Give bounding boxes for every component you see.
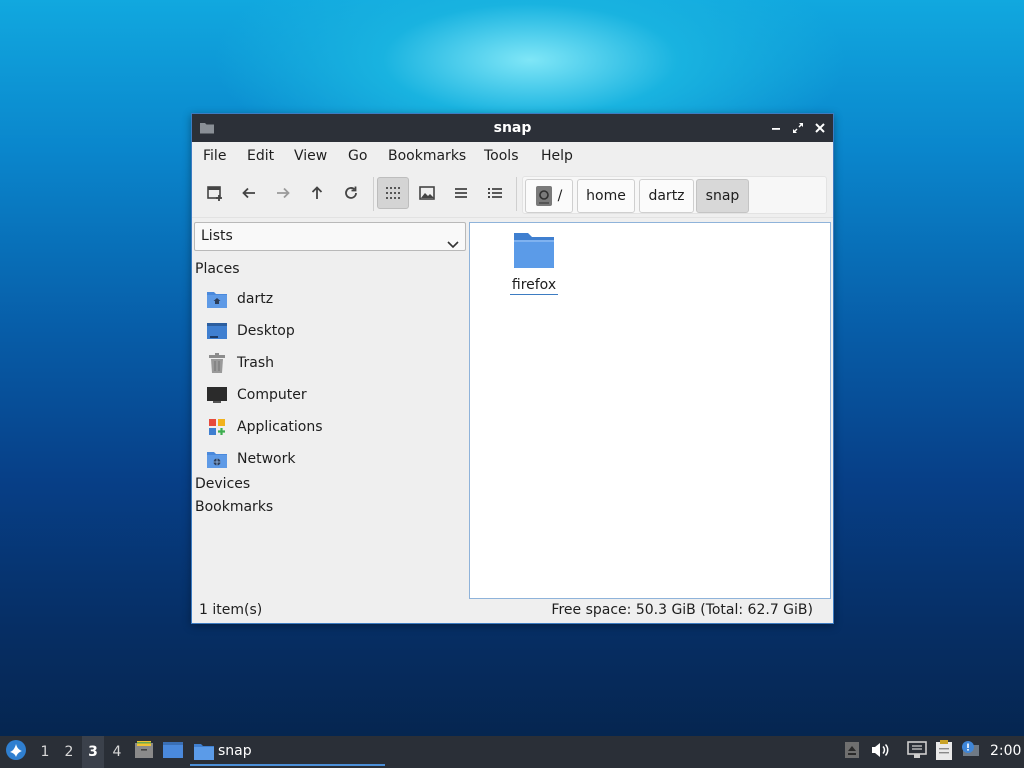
icon-view-button[interactable] <box>377 177 409 209</box>
task-label: snap <box>218 743 252 759</box>
toolbar-separator <box>373 177 374 211</box>
compact-view-button[interactable] <box>445 177 477 209</box>
show-desktop-button[interactable] <box>160 736 186 768</box>
task-button-snap[interactable]: snap <box>190 738 385 766</box>
title-bar[interactable]: snap <box>192 114 833 142</box>
file-manager-icon <box>134 740 154 764</box>
menu-view[interactable]: View <box>294 148 327 164</box>
place-item-applications[interactable]: Applications <box>206 413 461 441</box>
update-notification-icon <box>961 741 981 763</box>
folder-icon <box>513 231 555 273</box>
path-segment-snap[interactable]: snap <box>696 179 749 213</box>
desktop-icon <box>162 741 184 763</box>
lubuntu-logo-icon <box>5 739 27 765</box>
menu-file[interactable]: File <box>203 148 226 164</box>
chevron-down-icon <box>447 232 459 259</box>
home-folder-icon <box>206 288 228 310</box>
volume-button[interactable] <box>869 736 891 768</box>
path-segment-home[interactable]: home <box>577 179 635 213</box>
start-menu-button[interactable] <box>2 736 30 768</box>
free-space: Free space: 50.3 GiB (Total: 62.7 GiB) <box>551 602 813 618</box>
menu-go[interactable]: Go <box>348 148 367 164</box>
place-item-desktop[interactable]: Desktop <box>206 317 461 345</box>
side-pane: Lists Places dartz Desktop Trash Compute… <box>192 219 468 599</box>
file-item-firefox[interactable]: firefox <box>508 231 560 295</box>
volume-icon <box>871 742 889 762</box>
up-button[interactable] <box>301 177 333 209</box>
taskbar: 1 2 3 4 snap 2:00 <box>0 736 1024 768</box>
maximize-icon[interactable] <box>790 120 806 136</box>
workspace-2[interactable]: 2 <box>58 736 80 768</box>
status-bar: 1 item(s) Free space: 50.3 GiB (Total: 6… <box>192 601 833 623</box>
reload-button[interactable] <box>335 177 367 209</box>
close-icon[interactable] <box>812 120 828 136</box>
computer-icon <box>206 384 228 406</box>
forward-button[interactable] <box>267 177 299 209</box>
file-manager-launcher[interactable] <box>132 736 156 768</box>
place-label: Computer <box>237 387 307 403</box>
place-label: dartz <box>237 291 274 307</box>
drive-icon <box>535 186 552 206</box>
place-item-trash[interactable]: Trash <box>206 349 461 377</box>
workspace-4[interactable]: 4 <box>106 736 128 768</box>
item-count: 1 item(s) <box>199 602 263 618</box>
workspace-3[interactable]: 3 <box>82 736 104 768</box>
toolbar-separator <box>516 177 517 211</box>
updates-button[interactable] <box>959 736 983 768</box>
places-header[interactable]: Places <box>195 261 240 277</box>
path-root-button[interactable]: / <box>525 179 573 213</box>
file-icon-view[interactable]: firefox <box>469 222 831 599</box>
detailed-list-view-button[interactable] <box>479 177 511 209</box>
folder-icon <box>194 742 214 760</box>
path-segment-dartz[interactable]: dartz <box>639 179 694 213</box>
place-label: Applications <box>237 419 323 435</box>
menu-tools[interactable]: Tools <box>484 148 519 164</box>
side-pane-mode-select[interactable]: Lists <box>194 222 466 251</box>
menu-bookmarks[interactable]: Bookmarks <box>388 148 466 164</box>
thumbnail-view-button[interactable] <box>411 177 443 209</box>
network-folder-icon <box>206 448 228 470</box>
place-item-network[interactable]: Network <box>206 445 461 473</box>
clipboard-button[interactable] <box>933 736 955 768</box>
clock[interactable]: 2:00 <box>990 743 1021 759</box>
eject-icon <box>845 742 859 762</box>
menu-help[interactable]: Help <box>541 148 573 164</box>
place-label: Trash <box>237 355 274 371</box>
place-item-dartz[interactable]: dartz <box>206 285 461 313</box>
toolbar: / home dartz snap <box>192 172 833 218</box>
trash-icon <box>206 352 228 374</box>
path-root-label: / <box>557 188 563 204</box>
path-bar: / home dartz snap <box>522 176 827 214</box>
menu-edit[interactable]: Edit <box>247 148 274 164</box>
menu-bar: File Edit View Go Bookmarks Tools Help <box>192 142 833 172</box>
back-button[interactable] <box>233 177 265 209</box>
network-wired-icon <box>907 741 927 763</box>
new-tab-button[interactable] <box>199 177 231 209</box>
eject-button[interactable] <box>843 736 861 768</box>
place-label: Network <box>237 451 296 467</box>
bookmarks-header[interactable]: Bookmarks <box>195 499 273 515</box>
place-item-computer[interactable]: Computer <box>206 381 461 409</box>
network-status-button[interactable] <box>905 736 929 768</box>
place-label: Desktop <box>237 323 295 339</box>
devices-header[interactable]: Devices <box>195 476 250 492</box>
file-name: firefox <box>509 277 559 295</box>
applications-icon <box>206 416 228 438</box>
window-title: snap <box>493 120 532 136</box>
clipboard-icon <box>935 740 953 764</box>
side-pane-mode-value: Lists <box>201 228 233 244</box>
workspace-1[interactable]: 1 <box>34 736 56 768</box>
minimize-icon[interactable] <box>768 120 784 136</box>
file-manager-window: snap File Edit View Go Bookmarks Tools H… <box>191 113 834 624</box>
desktop-icon <box>206 320 228 342</box>
